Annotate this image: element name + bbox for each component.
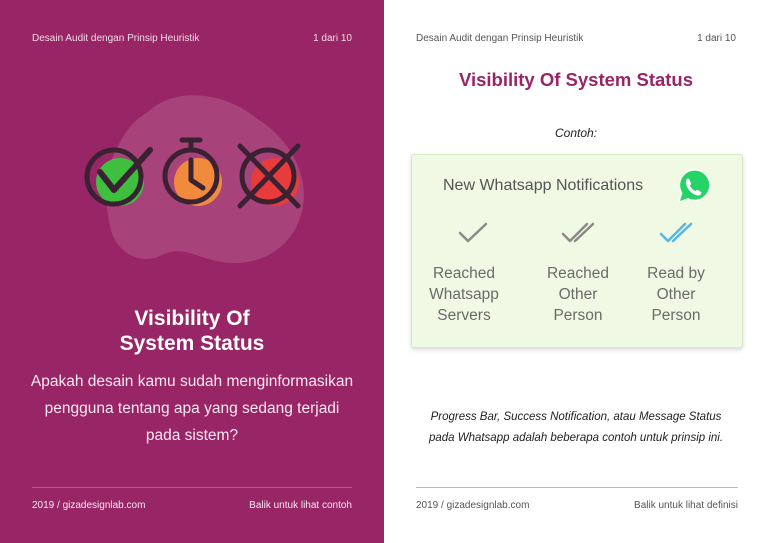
card-title: Visibility Of System Status bbox=[458, 69, 694, 90]
single-check-icon bbox=[458, 222, 488, 243]
status-reached-person: Reached Other Person bbox=[528, 263, 628, 326]
status-line: Reached bbox=[546, 265, 610, 282]
status-icons bbox=[84, 137, 301, 209]
status-line: Servers bbox=[437, 307, 491, 324]
double-check-icon bbox=[561, 222, 595, 243]
card-title-line-2: System Status bbox=[119, 332, 265, 355]
whatsapp-heading: New Whatsapp Notifications bbox=[443, 177, 644, 194]
card-title-line-1: Visibility Of bbox=[134, 307, 250, 330]
footer-credit: 2019 / gizadesignlab.com bbox=[416, 500, 530, 511]
example-description-line-2: pada Whatsapp adalah beberapa contoh unt… bbox=[428, 432, 724, 444]
example-description-line-1: Progress Bar, Success Notification, atau… bbox=[430, 411, 722, 423]
status-line: Whatsapp bbox=[429, 286, 499, 303]
whatsapp-logo-icon bbox=[678, 169, 711, 203]
divider bbox=[32, 487, 352, 488]
flip-hint: Balik untuk lihat contoh bbox=[249, 500, 352, 511]
example-description: Progress Bar, Success Notification, atau… bbox=[416, 407, 736, 449]
status-line: Reached bbox=[432, 265, 496, 282]
divider bbox=[416, 487, 738, 488]
check-circle-icon bbox=[84, 147, 153, 207]
card-description: Apakah desain kamu sudah menginformasika… bbox=[30, 373, 354, 444]
flip-hint: Balik untuk lihat definisi bbox=[634, 500, 738, 511]
example-label: Contoh: bbox=[554, 126, 598, 140]
double-check-blue-icon bbox=[659, 222, 693, 243]
status-reached-server: Reached Whatsapp Servers bbox=[414, 263, 514, 326]
status-line: Read by bbox=[647, 265, 705, 282]
left-card: Desain Audit dengan Prinsip Heuristik 1 … bbox=[0, 0, 384, 543]
whatsapp-example-panel: New Whatsapp Notifications Reached Whats… bbox=[411, 154, 743, 348]
page-counter: 1 dari 10 bbox=[697, 33, 736, 44]
status-line: Person bbox=[651, 307, 701, 324]
card-title: Visibility Of System Status bbox=[0, 306, 384, 356]
status-line: Other bbox=[656, 286, 696, 303]
status-read-by-person: Read by Other Person bbox=[626, 263, 726, 326]
footer-credit: 2019 / gizadesignlab.com bbox=[32, 500, 146, 511]
x-circle-icon bbox=[237, 143, 301, 209]
header-title: Desain Audit dengan Prinsip Heuristik bbox=[416, 33, 584, 44]
status-line: Person bbox=[553, 307, 603, 324]
clock-icon bbox=[162, 137, 222, 206]
status-line: Other bbox=[558, 286, 598, 303]
